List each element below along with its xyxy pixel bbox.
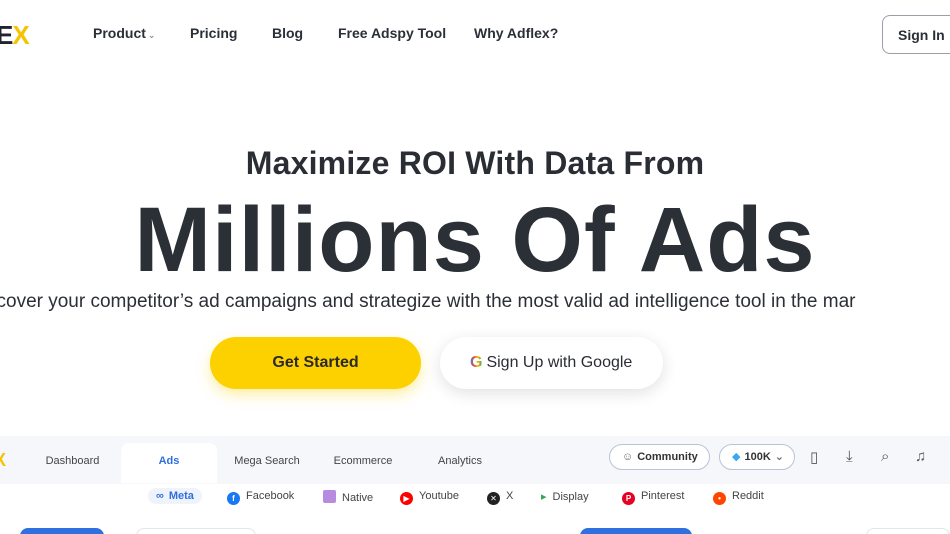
download-icon[interactable]: ⤓ bbox=[846, 448, 853, 465]
hero-title: Millions Of Ads bbox=[134, 189, 816, 291]
app-content-top bbox=[0, 514, 950, 534]
filter-button[interactable] bbox=[20, 528, 104, 534]
google-signup-button[interactable]: G Sign Up with Google bbox=[440, 337, 663, 389]
credits-dropdown[interactable]: ◆ 100K ⌄ bbox=[719, 444, 795, 470]
adflex-logo[interactable]: EX bbox=[0, 20, 30, 51]
search-analytics-icon[interactable]: ⌕ bbox=[881, 448, 889, 465]
reddit-icon: • bbox=[713, 492, 726, 505]
platform-filter-bar: ∞ Meta f Facebook Native ▶ Youtube ✕ X ▸ Disp… bbox=[0, 484, 950, 514]
tab-dashboard[interactable]: Dashboard bbox=[30, 443, 115, 483]
get-started-button[interactable]: Get Started bbox=[210, 337, 421, 389]
hero-description: scover your competitor’s ad campaigns an… bbox=[0, 291, 856, 312]
community-button[interactable]: ☺ Community bbox=[609, 444, 710, 470]
app-logo: X bbox=[0, 450, 7, 470]
bookmark-icon[interactable]: ▯ bbox=[810, 448, 818, 466]
facebook-icon: f bbox=[227, 492, 240, 505]
community-icon: ☺ bbox=[622, 451, 634, 463]
meta-icon: ∞ bbox=[156, 490, 164, 502]
tab-ads[interactable]: Ads bbox=[121, 443, 217, 483]
platform-native[interactable]: Native bbox=[323, 490, 373, 504]
platform-pinterest[interactable]: P Pinterest bbox=[622, 490, 684, 505]
nav-blog[interactable]: Blog bbox=[272, 25, 303, 41]
pinterest-icon: P bbox=[622, 492, 635, 505]
x-icon: ✕ bbox=[487, 492, 500, 505]
tab-ecommerce[interactable]: Ecommerce bbox=[318, 443, 408, 483]
platform-youtube[interactable]: ▶ Youtube bbox=[400, 490, 459, 505]
tab-mega-search[interactable]: Mega Search bbox=[222, 443, 312, 483]
nav-free-adspy-tool[interactable]: Free Adspy Tool bbox=[338, 25, 446, 41]
sort-field[interactable] bbox=[866, 528, 950, 534]
tab-analytics[interactable]: Analytics bbox=[415, 443, 505, 483]
nav-pricing[interactable]: Pricing bbox=[190, 25, 237, 41]
chevron-down-icon: ⌄ bbox=[147, 30, 156, 40]
chevron-down-icon: ⌄ bbox=[774, 451, 784, 463]
google-icon: G bbox=[470, 337, 482, 389]
action-button[interactable] bbox=[580, 528, 692, 534]
sign-in-button[interactable]: Sign In bbox=[882, 15, 950, 54]
nav-product[interactable]: Product ⌄ bbox=[93, 25, 155, 41]
diamond-icon: ◆ bbox=[732, 451, 741, 463]
filter-field[interactable] bbox=[136, 528, 256, 534]
google-signup-label: Sign Up with Google bbox=[486, 354, 633, 371]
hero-subtitle: Maximize ROI With Data From bbox=[245, 145, 705, 181]
nav-why-adflex[interactable]: Why Adflex? bbox=[474, 25, 558, 41]
platform-reddit[interactable]: • Reddit bbox=[713, 490, 764, 505]
platform-meta[interactable]: ∞ Meta bbox=[148, 488, 202, 504]
bell-icon[interactable]: ♫ bbox=[915, 448, 926, 465]
platform-x[interactable]: ✕ X bbox=[487, 490, 513, 505]
youtube-icon: ▶ bbox=[400, 492, 413, 505]
top-nav: EX Product ⌄ Pricing Blog Free Adspy Tool… bbox=[0, 0, 950, 70]
display-icon: ▸ bbox=[541, 491, 547, 503]
native-icon bbox=[323, 490, 336, 503]
platform-facebook[interactable]: f Facebook bbox=[227, 490, 294, 505]
platform-display[interactable]: ▸ Display bbox=[541, 490, 589, 503]
